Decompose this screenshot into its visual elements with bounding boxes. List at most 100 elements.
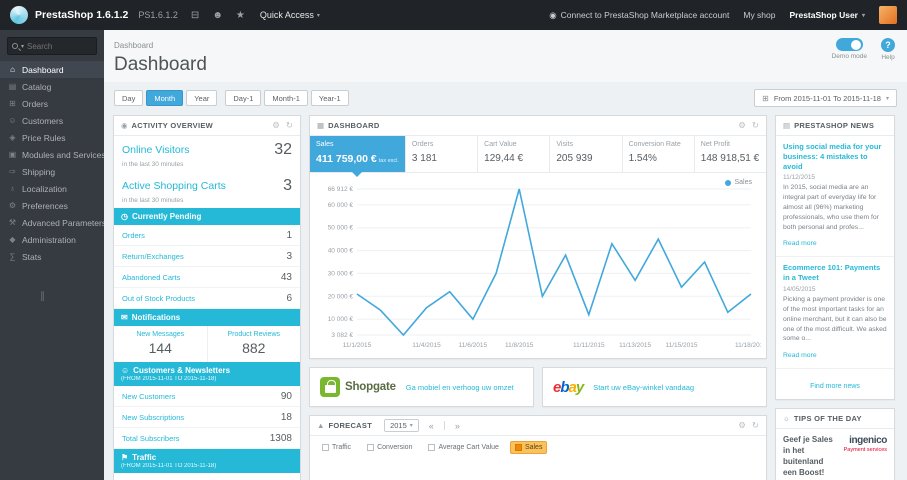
kpi-orders[interactable]: Orders 3 181 bbox=[406, 136, 479, 172]
activity-panel-title: ACTIVITY OVERVIEW bbox=[131, 121, 214, 130]
year-select[interactable]: 2015 ▾ bbox=[384, 419, 419, 432]
customers-icon[interactable]: ☻ bbox=[212, 10, 223, 21]
read-more-link[interactable]: Read more bbox=[783, 352, 817, 359]
online-visitors-link[interactable]: Online Visitors bbox=[122, 144, 190, 156]
help-icon[interactable]: ? bbox=[881, 38, 895, 52]
quick-access-menu[interactable]: Quick Access ▾ bbox=[260, 10, 320, 20]
my-shop-link[interactable]: My shop bbox=[743, 10, 775, 20]
legend-conversion[interactable]: Conversion bbox=[362, 441, 417, 454]
configure-icon[interactable]: ⚙ bbox=[738, 420, 746, 431]
kpi-cart-value[interactable]: Cart Value 129,44 € bbox=[478, 136, 551, 172]
toggle-knob bbox=[851, 39, 862, 50]
chart-area: Sales 66 912 € 60 000 € 50 000 € 40 000 € 30… bbox=[310, 173, 768, 358]
new-messages-cell[interactable]: New Messages 144 bbox=[114, 326, 207, 362]
ebay-logo[interactable]: ebay bbox=[553, 378, 584, 396]
out-of-stock-count: 6 bbox=[286, 292, 292, 304]
abandoned-carts-link[interactable]: Abandoned Carts bbox=[122, 273, 180, 282]
active-carts-link[interactable]: Active Shopping Carts bbox=[122, 180, 226, 192]
ebay-link[interactable]: Start uw eBay-winkel vandaag bbox=[593, 383, 694, 392]
demo-mode-label: Demo mode bbox=[831, 53, 867, 60]
new-subscriptions-link[interactable]: New Subscriptions bbox=[122, 413, 184, 422]
next-year-button[interactable]: » bbox=[455, 421, 460, 431]
kpi-label: Cart Value bbox=[484, 141, 517, 148]
out-of-stock-link[interactable]: Out of Stock Products bbox=[122, 294, 195, 303]
cart-icon[interactable]: ⊟ bbox=[191, 10, 199, 21]
legend-sales[interactable]: Sales bbox=[509, 441, 548, 454]
sidebar-item-orders[interactable]: ⊞ Orders bbox=[0, 95, 104, 112]
kpi-net-profit[interactable]: Net Profit 148 918,51 € bbox=[695, 136, 766, 172]
refresh-icon[interactable]: ↻ bbox=[752, 420, 759, 431]
module-ads-row: Shopgate Ga mobiel en verhoog uw omzet e… bbox=[309, 367, 767, 407]
sidebar-item-label: Dashboard bbox=[22, 64, 64, 75]
filter-day-1-button[interactable]: Day-1 bbox=[225, 90, 262, 106]
people-icon: ☺ bbox=[121, 366, 130, 375]
avatar[interactable] bbox=[879, 6, 897, 24]
filter-year-1-button[interactable]: Year-1 bbox=[310, 90, 349, 106]
filter-month-1-button[interactable]: Month-1 bbox=[264, 90, 308, 106]
refresh-icon[interactable]: ↻ bbox=[286, 120, 293, 131]
sidebar-item-catalog[interactable]: ▤ Catalog bbox=[0, 78, 104, 95]
sidebar-search[interactable]: ▾ bbox=[7, 37, 97, 55]
read-more-link[interactable]: Read more bbox=[783, 240, 817, 247]
total-subscribers-link[interactable]: Total Subscribers bbox=[122, 434, 180, 443]
kpi-label: Orders bbox=[411, 141, 434, 148]
filter-day-button[interactable]: Day bbox=[114, 90, 144, 106]
user-menu[interactable]: PrestaShop User ▾ bbox=[789, 10, 865, 20]
period-buttons: Day Month Year Day-1 Month-1 Year-1 bbox=[114, 90, 349, 106]
prev-year-button[interactable]: « bbox=[429, 421, 434, 431]
sidebar-item-shipping[interactable]: ⇨ Shipping bbox=[0, 163, 104, 180]
legend-average-cart-value[interactable]: Average Cart Value bbox=[423, 441, 503, 454]
search-input[interactable] bbox=[27, 41, 92, 51]
sidebar-item-label: Customers bbox=[22, 115, 64, 126]
sidebar-item-dashboard[interactable]: ⌂ Dashboard bbox=[0, 61, 104, 78]
breadcrumb[interactable]: Dashboard bbox=[114, 41, 153, 50]
filter-year-button[interactable]: Year bbox=[186, 90, 218, 106]
marketplace-connect-link[interactable]: ◉ Connect to PrestaShop Marketplace acco… bbox=[549, 10, 729, 21]
help-label: Help bbox=[881, 54, 895, 61]
sidebar-item-modules[interactable]: ▣ Modules and Services bbox=[0, 146, 104, 163]
kpi-label: Sales bbox=[316, 141, 334, 148]
sidebar-collapse-button[interactable]: ∥ bbox=[40, 291, 104, 302]
customers-newsletters-header: ☺ Customers & Newsletters (FROM 2015-11-… bbox=[114, 362, 300, 386]
forecast-legend: Traffic Conversion Average Cart Value Sa… bbox=[310, 436, 766, 459]
pending-orders-link[interactable]: Orders bbox=[122, 231, 145, 240]
sidebar-item-price-rules[interactable]: ◈ Price Rules bbox=[0, 129, 104, 146]
sidebar-item-administration[interactable]: ◆ Administration bbox=[0, 231, 104, 248]
legend-traffic[interactable]: Traffic bbox=[317, 441, 356, 454]
checkbox-icon bbox=[514, 444, 522, 451]
pending-returns-link[interactable]: Return/Exchanges bbox=[122, 252, 184, 261]
sidebar-item-localization[interactable]: ♁ Localization bbox=[0, 180, 104, 197]
product-reviews-link[interactable]: Product Reviews bbox=[210, 331, 299, 338]
ebay-letter: y bbox=[575, 378, 584, 396]
sidebar-item-preferences[interactable]: ⚙ Preferences bbox=[0, 197, 104, 214]
news-title-link[interactable]: Using social media for your business: 4 … bbox=[783, 142, 887, 171]
shopgate-link[interactable]: Ga mobiel en verhoog uw omzet bbox=[406, 383, 514, 392]
new-customers-link[interactable]: New Customers bbox=[122, 392, 175, 401]
online-visitors-count: 32 bbox=[274, 141, 292, 158]
refresh-icon[interactable]: ↻ bbox=[752, 120, 759, 131]
ebay-module-panel: ebay Start uw eBay-winkel vandaag bbox=[542, 367, 767, 407]
kpi-visits[interactable]: Visits 205 939 bbox=[550, 136, 623, 172]
modules-icon: ▣ bbox=[8, 150, 17, 159]
sidebar-item-customers[interactable]: ☺ Customers bbox=[0, 112, 104, 129]
date-range-picker[interactable]: ⊞ From 2015-11-01 To 2015-11-18 ▾ bbox=[754, 89, 897, 107]
sidebar-item-stats[interactable]: ∑ Stats bbox=[0, 248, 104, 265]
news-title-link[interactable]: Ecommerce 101: Payments in a Tweet bbox=[783, 263, 887, 283]
demo-mode-toggle[interactable] bbox=[835, 38, 863, 51]
notifications-header: ✉ Notifications bbox=[114, 309, 300, 326]
shopgate-wordmark: Shopgate bbox=[345, 381, 396, 393]
new-messages-link[interactable]: New Messages bbox=[116, 331, 205, 338]
sidebar-menu: ⌂ Dashboard ▤ Catalog ⊞ Orders ☺ Customers ◈… bbox=[0, 61, 104, 265]
configure-icon[interactable]: ⚙ bbox=[738, 120, 746, 131]
product-reviews-cell[interactable]: Product Reviews 882 bbox=[206, 326, 301, 362]
filter-month-button[interactable]: Month bbox=[146, 90, 184, 106]
configure-icon[interactable]: ⚙ bbox=[272, 120, 280, 131]
find-more-news-link[interactable]: Find more news bbox=[810, 383, 860, 390]
prestashop-logo[interactable] bbox=[10, 6, 28, 24]
kpi-sales[interactable]: Sales 411 759,00 € tax excl. bbox=[310, 136, 406, 177]
kpi-conversion-rate[interactable]: Conversion Rate 1.54% bbox=[623, 136, 695, 172]
shopgate-logo[interactable]: Shopgate bbox=[320, 377, 396, 397]
shop-name-link[interactable]: PS1.6.1.2 bbox=[138, 10, 178, 20]
sidebar-item-advanced-parameters[interactable]: ⚒ Advanced Parameters bbox=[0, 214, 104, 231]
trophy-icon[interactable]: ★ bbox=[236, 10, 245, 21]
